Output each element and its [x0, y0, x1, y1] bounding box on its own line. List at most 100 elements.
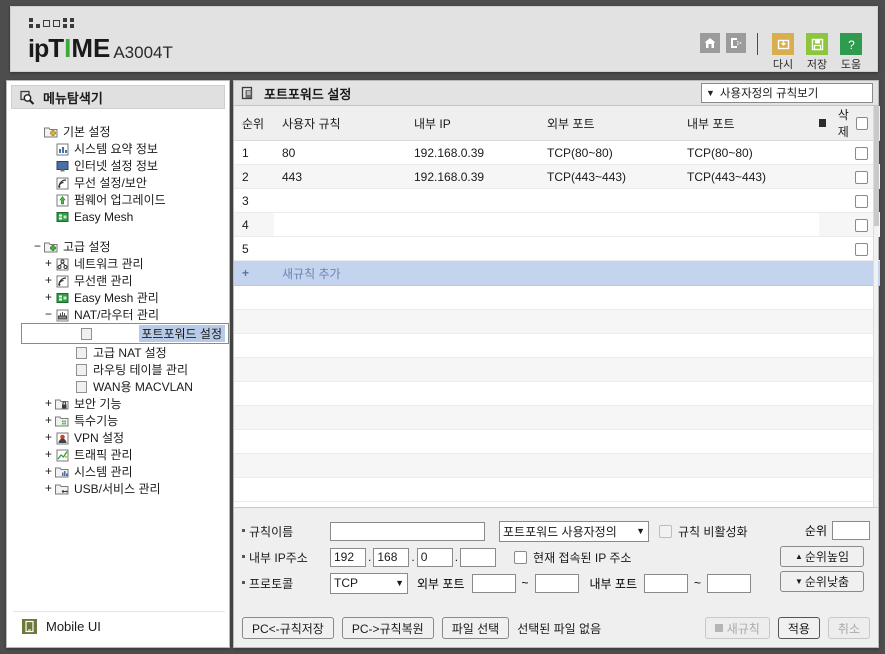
sidebar-item-label: 무선 설정/보안: [74, 176, 147, 190]
rule-name-input[interactable]: [330, 521, 485, 541]
cell-delete: [819, 212, 880, 237]
sidebar-item-펌웨어-업그레이드[interactable]: 펌웨어 업그레이드: [21, 191, 229, 208]
sidebar-item-시스템-요약-정보[interactable]: 시스템 요약 정보: [21, 140, 229, 157]
sidebar-item-보안-기능[interactable]: + 보안 기능: [21, 395, 229, 412]
table-row[interactable]: 2 443 192.168.0.39 TCP(443~443) TCP(443~443): [234, 164, 880, 189]
sidebar-item-라우팅-테이블-관리[interactable]: 라우팅 테이블 관리: [21, 361, 229, 378]
row-delete-checkbox[interactable]: [855, 170, 868, 184]
disable-rule-group[interactable]: 규칙 비활성화: [659, 523, 748, 540]
tree-expander[interactable]: −: [43, 309, 54, 321]
sidebar-item-label: NAT/라우터 관리: [74, 308, 159, 322]
help-button[interactable]: ? 도움: [837, 33, 865, 72]
vpn-icon: [56, 432, 69, 444]
row-delete-checkbox[interactable]: [855, 146, 868, 160]
sidebar-item-시스템-관리[interactable]: + 시스템 관리: [21, 463, 229, 480]
sidebar-item-고급-설정[interactable]: − 고급 설정: [21, 238, 229, 255]
row-delete-checkbox[interactable]: [855, 242, 868, 256]
new-rule-button[interactable]: 새규칙: [704, 617, 770, 639]
sidebar-item-easy-mesh-관리[interactable]: + Easy Mesh 관리: [21, 289, 229, 306]
order-controls: 순위 ▲ 순위높임 ▼ 순위낮춤: [780, 518, 870, 592]
tree-expander[interactable]: +: [43, 292, 54, 304]
logout-icon[interactable]: [726, 33, 746, 53]
preset-select[interactable]: 포트포워드 사용자정의 ▼: [499, 520, 649, 542]
refresh-button[interactable]: 다시: [769, 33, 797, 72]
apply-button[interactable]: 적용: [777, 617, 820, 639]
cell-delete: [819, 236, 880, 261]
tree-expander[interactable]: −: [32, 241, 43, 253]
tree-expander[interactable]: +: [43, 415, 54, 427]
tree-expander[interactable]: +: [43, 466, 54, 478]
sidebar-item-트래픽-관리[interactable]: + 트래픽 관리: [21, 446, 229, 463]
page-icon: [73, 346, 90, 360]
int-port-from-input[interactable]: [644, 573, 689, 593]
sidebar-item-usb-서비스-관리[interactable]: + USB/서비스 관리: [21, 480, 229, 497]
sidebar-item-네트워크-관리[interactable]: + 네트워크 관리: [21, 255, 229, 272]
table-empty-row: [234, 358, 878, 382]
order-input-row: 순위: [780, 518, 870, 542]
table-row[interactable]: 4: [234, 212, 880, 237]
sidebar-item-nat-라우터-관리[interactable]: − NAT/라우터 관리: [21, 306, 229, 323]
cell-order: 3: [234, 188, 274, 213]
sidebar-item-easy-mesh[interactable]: Easy Mesh: [21, 208, 229, 225]
table-row[interactable]: 5: [234, 236, 880, 261]
action-button-bar: PC<-규칙저장 PC->규칙복원 파일 선택 선택된 파일 없음 새규칙 적용…: [242, 617, 870, 639]
cell-external-port: [539, 212, 679, 237]
wifi-icon: [56, 177, 69, 189]
tree-expander[interactable]: +: [43, 275, 54, 287]
system-icon: [54, 465, 71, 479]
disable-rule-checkbox[interactable]: [659, 524, 672, 538]
current-ip-group[interactable]: 현재 접속된 IP 주소: [514, 549, 631, 566]
table-empty-row: [234, 310, 878, 334]
mesh-icon: [54, 210, 71, 224]
mobile-ui-button[interactable]: Mobile UI: [13, 611, 225, 641]
row-delete-checkbox[interactable]: [855, 194, 868, 208]
sidebar-item-고급-nat-설정[interactable]: 고급 NAT 설정: [21, 344, 229, 361]
sidebar-item-무선-설정-보안[interactable]: 무선 설정/보안: [21, 174, 229, 191]
table-row[interactable]: 3: [234, 188, 880, 213]
cell-internal-port: [679, 212, 819, 237]
home-icon[interactable]: [700, 33, 720, 53]
order-down-button[interactable]: ▼ 순위낮춤: [780, 571, 864, 592]
order-input[interactable]: [832, 520, 870, 540]
ip-octet-3[interactable]: [416, 547, 453, 567]
int-port-to-input[interactable]: [707, 573, 752, 593]
sidebar-item-무선랜-관리[interactable]: + 무선랜 관리: [21, 272, 229, 289]
sidebar-item-기본-설정[interactable]: 기본 설정: [21, 123, 229, 140]
select-all-checkbox[interactable]: [855, 116, 868, 130]
tree-expander[interactable]: +: [43, 432, 54, 444]
view-filter-dropdown[interactable]: ▼ 사용자정의 규칙보기: [701, 83, 873, 103]
choose-file-button[interactable]: 파일 선택: [441, 617, 510, 639]
sidebar-item-label: 보안 기능: [74, 397, 122, 411]
router-icon: [54, 308, 71, 322]
tree-expander[interactable]: +: [43, 398, 54, 410]
ext-port-to-input[interactable]: [534, 573, 579, 593]
table-row[interactable]: 1 80 192.168.0.39 TCP(80~80) TCP(80~80): [234, 140, 880, 165]
ext-port-from-input[interactable]: [471, 573, 516, 593]
panel-scrollbar-track[interactable]: [873, 106, 879, 507]
tree-expander[interactable]: +: [43, 258, 54, 270]
ip-octet-4[interactable]: [460, 547, 497, 567]
svg-text:?: ?: [848, 38, 855, 52]
protocol-select[interactable]: TCP ▼: [330, 572, 408, 594]
current-ip-checkbox[interactable]: [514, 550, 528, 564]
panel-title: 포트포워드 설정: [264, 86, 352, 102]
save-rules-to-pc-button[interactable]: PC<-규칙저장: [242, 617, 334, 639]
ip-octet-1[interactable]: [330, 547, 366, 567]
sidebar-item-인터넷-설정-정보[interactable]: 인터넷 설정 정보: [21, 157, 229, 174]
tree-expander[interactable]: +: [43, 449, 54, 461]
panel-scrollbar-thumb[interactable]: [874, 106, 879, 226]
form-row-protocol: 프로토콜 TCP ▼ 외부 포트 ~ 내부 포트 ~: [242, 570, 870, 596]
add-new-rule-row[interactable]: + 새규칙 추가: [234, 260, 880, 286]
row-delete-checkbox[interactable]: [855, 218, 868, 232]
sidebar-item-vpn-설정[interactable]: + VPN 설정: [21, 429, 229, 446]
brand-logo: ip T I ME A3004T: [28, 33, 173, 64]
sidebar-item-포트포워드-설정[interactable]: 포트포워드 설정: [21, 323, 229, 344]
sidebar-item-특수기능[interactable]: + 특수기능: [21, 412, 229, 429]
cancel-button[interactable]: 취소: [827, 617, 870, 639]
order-up-button[interactable]: ▲ 순위높임: [780, 546, 864, 567]
restore-rules-from-pc-button[interactable]: PC->규칙복원: [341, 617, 434, 639]
ip-octet-2[interactable]: [373, 547, 410, 567]
tree-expander[interactable]: +: [43, 483, 54, 495]
sidebar-item-wan용-macvlan[interactable]: WAN용 MACVLAN: [21, 378, 229, 395]
save-button[interactable]: 저장: [803, 33, 831, 72]
